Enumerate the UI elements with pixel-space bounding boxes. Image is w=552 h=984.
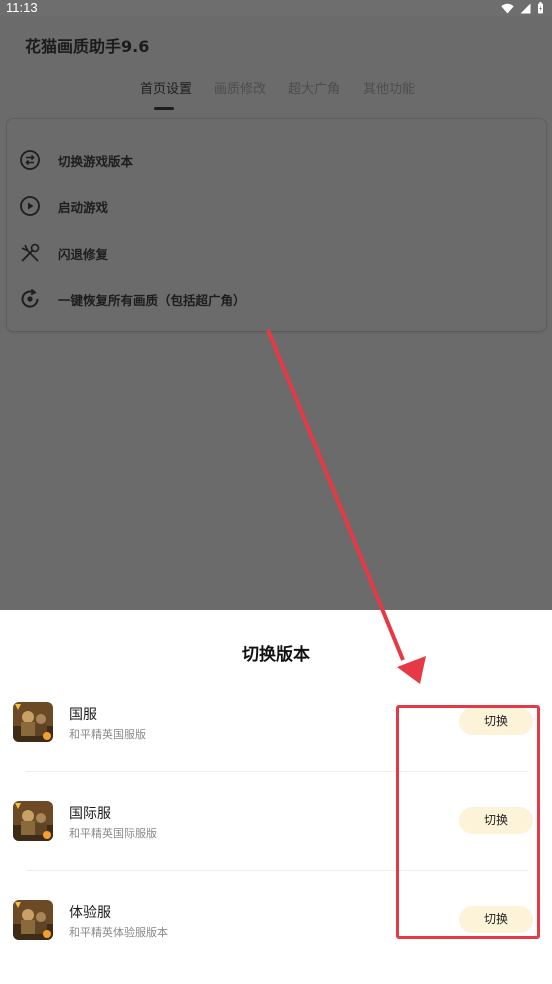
wrench-screwdriver-icon bbox=[21, 243, 40, 262]
game-app-icon bbox=[13, 801, 53, 841]
menu-item-switch-version[interactable]: 切换游戏版本 bbox=[7, 140, 546, 180]
version-subtitle: 和平精英国服版 bbox=[69, 728, 146, 741]
signal-icon bbox=[520, 3, 531, 13]
status-time: 11:13 bbox=[6, 0, 38, 15]
tab-indicator bbox=[154, 107, 174, 110]
swap-circle-icon bbox=[20, 150, 40, 170]
battery-icon bbox=[538, 2, 543, 14]
game-app-icon bbox=[13, 900, 53, 940]
game-app-icon bbox=[13, 702, 53, 742]
tab-wide-angle[interactable]: 超大广角 bbox=[288, 78, 340, 97]
app-background: 花猫画质助手9.6 首页设置 画质修改 超大广角 其他功能 切换游戏版本 启动游… bbox=[0, 16, 552, 610]
version-subtitle: 和平精英国际服版 bbox=[69, 827, 157, 840]
sheet-title: 切换版本 bbox=[242, 645, 310, 665]
version-name: 体验服 bbox=[69, 905, 111, 921]
version-name: 国际服 bbox=[69, 806, 111, 822]
play-circle-icon bbox=[20, 196, 40, 216]
menu-item-label: 一键恢复所有画质（包括超广角） bbox=[58, 292, 246, 308]
restore-icon bbox=[21, 288, 39, 308]
menu-item-label: 闪退修复 bbox=[58, 246, 109, 262]
tab-graphics-edit[interactable]: 画质修改 bbox=[214, 78, 266, 97]
tab-bar: 首页设置 画质修改 超大广角 其他功能 bbox=[0, 78, 552, 102]
version-name: 国服 bbox=[69, 707, 97, 723]
tab-home-settings[interactable]: 首页设置 bbox=[140, 78, 192, 97]
menu-card: 切换游戏版本 启动游戏 闪退修复 一键恢复所有画质（包括超广角） bbox=[7, 119, 546, 331]
status-icons bbox=[501, 2, 544, 14]
menu-item-label: 切换游戏版本 bbox=[58, 153, 134, 169]
menu-item-label: 启动游戏 bbox=[58, 199, 109, 215]
tab-other-functions[interactable]: 其他功能 bbox=[363, 78, 415, 97]
version-subtitle: 和平精英体验服版本 bbox=[69, 926, 168, 939]
menu-item-restore-all[interactable]: 一键恢复所有画质（包括超广角） bbox=[7, 279, 546, 319]
status-bar: 11:13 bbox=[0, 0, 552, 16]
menu-item-crash-fix[interactable]: 闪退修复 bbox=[7, 233, 546, 273]
wifi-icon bbox=[501, 3, 514, 14]
annotation-highlight-box bbox=[396, 705, 540, 939]
app-title: 花猫画质助手9.6 bbox=[25, 37, 150, 56]
menu-item-launch-game[interactable]: 启动游戏 bbox=[7, 186, 546, 226]
